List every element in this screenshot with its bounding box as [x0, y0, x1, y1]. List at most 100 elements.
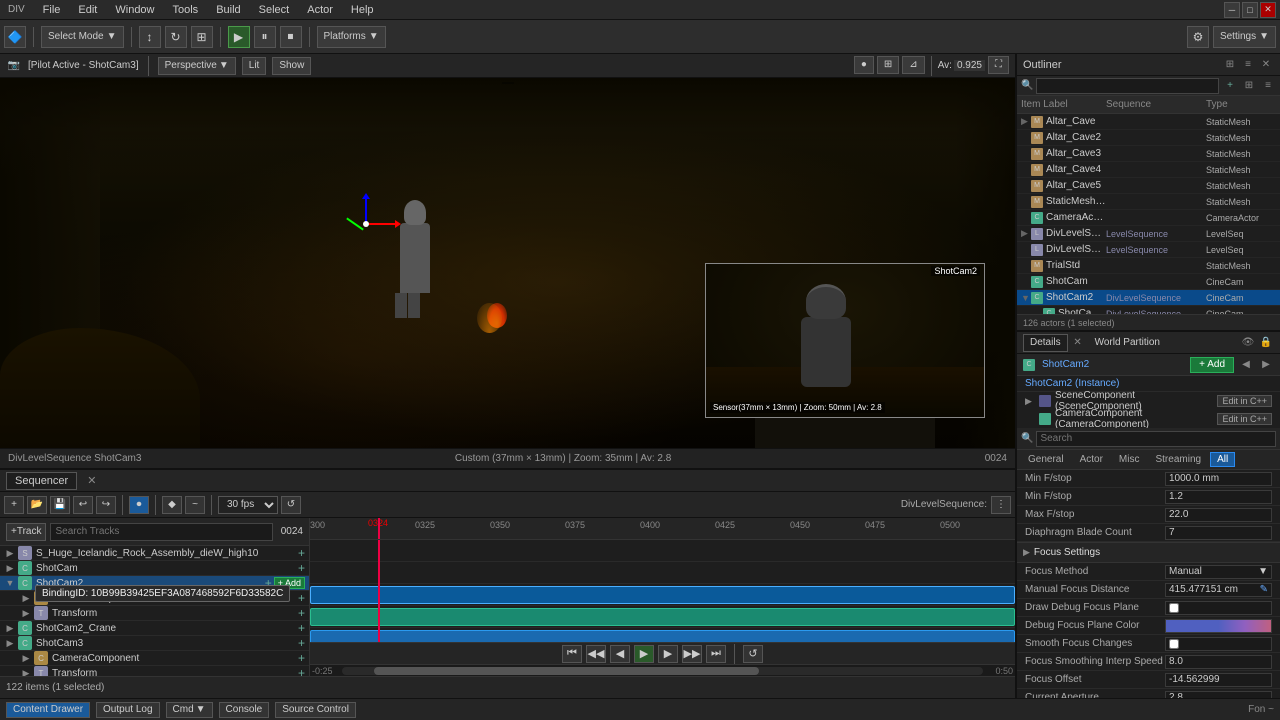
- outliner-item-trialstd[interactable]: M TrialStd StaticMesh: [1017, 258, 1280, 274]
- outliner-item-shotcam2[interactable]: ▼ C ShotCam2 DivLevelSequence CineCam: [1017, 290, 1280, 306]
- timeline-row-shotcam2[interactable]: [310, 584, 1015, 606]
- outliner-item-shotcam[interactable]: C ShotCam CineCam: [1017, 274, 1280, 290]
- add-track-btn[interactable]: + Track: [6, 523, 46, 541]
- outliner-item-altar-cave3[interactable]: M Altar_Cave3 StaticMesh: [1017, 146, 1280, 162]
- prop-focus-offset-value[interactable]: -14.562999: [1165, 673, 1272, 687]
- minimize-btn[interactable]: ─: [1224, 2, 1240, 18]
- filter-general[interactable]: General: [1021, 452, 1071, 467]
- seq-loop-btn[interactable]: ↺: [281, 496, 301, 514]
- track-item-rock[interactable]: ▶ S S_Huge_Icelandic_Rock_Assembly_dieW_…: [0, 546, 309, 561]
- cam-comp-clip[interactable]: [310, 608, 1015, 626]
- transform-btn[interactable]: ↕: [139, 26, 161, 48]
- track-search-input[interactable]: [50, 523, 272, 541]
- platforms-btn[interactable]: Platforms ▼: [317, 26, 386, 48]
- expand-divlevel[interactable]: ▶: [1021, 228, 1031, 239]
- expand-camera-comp2[interactable]: ▶: [20, 652, 32, 664]
- outliner-item-divlevel-sh[interactable]: L DivLevelSequence_Sh LevelSequence Leve…: [1017, 242, 1280, 258]
- prop-manual-focus-value[interactable]: 415.477151 cm ✎: [1165, 583, 1272, 597]
- expand-transform2[interactable]: ▶: [20, 667, 32, 676]
- prop-blade-value[interactable]: 7: [1165, 526, 1272, 540]
- details-lock-icon[interactable]: 🔒: [1258, 335, 1274, 351]
- track-item-camera-comp2[interactable]: ▶ C CameraComponent +: [0, 651, 309, 666]
- play-btn[interactable]: ▶: [228, 26, 250, 48]
- menu-actor[interactable]: Actor: [303, 4, 337, 16]
- nav-next-btn[interactable]: ▶: [658, 645, 678, 663]
- track-add-transform2[interactable]: +: [298, 666, 305, 676]
- prop-current-aperture-value[interactable]: 2.8: [1165, 691, 1272, 699]
- draw-debug-checkbox[interactable]: [1169, 603, 1179, 613]
- timeline-row-cam-comp[interactable]: [310, 606, 1015, 628]
- shotcam2-clip[interactable]: [310, 586, 1015, 604]
- nav-end-btn[interactable]: ⏭: [706, 645, 726, 663]
- timeline-row-shotcam[interactable]: [310, 562, 1015, 584]
- filter-all[interactable]: All: [1210, 452, 1235, 467]
- timeline-row-transform[interactable]: [310, 628, 1015, 642]
- nav-prev-btn[interactable]: ◀: [610, 645, 630, 663]
- rotate-btn[interactable]: ↻: [165, 26, 187, 48]
- prop-focus-method-value[interactable]: Manual▼: [1165, 565, 1272, 579]
- expand-altar-cave[interactable]: ▶: [1021, 116, 1031, 127]
- seq-key-btn[interactable]: ◆: [162, 496, 182, 514]
- expand-shotcam3[interactable]: ▶: [4, 637, 16, 649]
- seq-undo-btn[interactable]: ↩: [73, 496, 93, 514]
- expand-shotcam2[interactable]: ▼: [4, 577, 16, 589]
- nav-prev-key-btn[interactable]: ◀◀: [586, 645, 606, 663]
- menu-build[interactable]: Build: [212, 4, 244, 16]
- track-add-camera-comp2[interactable]: +: [298, 651, 305, 665]
- nav-play-btn[interactable]: ▶: [634, 645, 654, 663]
- outliner-settings-icon[interactable]: ≡: [1240, 57, 1256, 73]
- maximize-btn[interactable]: □: [1242, 2, 1258, 18]
- select-mode-btn[interactable]: Select Mode ▼: [41, 26, 124, 48]
- camera-component-item[interactable]: CameraComponent (CameraComponent) Edit i…: [1017, 410, 1280, 428]
- menu-edit[interactable]: Edit: [74, 4, 101, 16]
- nav-next-key-btn[interactable]: ▶▶: [682, 645, 702, 663]
- track-add-shotcam2-crane[interactable]: +: [298, 621, 305, 635]
- scale-btn[interactable]: ⊞: [191, 26, 213, 48]
- prop-min-fstop-value[interactable]: 1.2: [1165, 490, 1272, 504]
- fps-select[interactable]: 30 fps: [218, 496, 278, 514]
- show-btn[interactable]: Show: [272, 57, 311, 75]
- outliner-filter-icon[interactable]: ⊞: [1222, 57, 1238, 73]
- grid-btn[interactable]: ⊞: [877, 56, 899, 74]
- cam-comp-edit-btn[interactable]: Edit in C++: [1217, 413, 1272, 425]
- track-item-shotcam2-crane[interactable]: ▶ C ShotCam2_Crane +: [0, 621, 309, 636]
- outliner-list-icon[interactable]: ≡: [1260, 78, 1276, 94]
- prop-draw-debug-value[interactable]: [1165, 601, 1272, 615]
- sequencer-tab[interactable]: Sequencer: [6, 472, 77, 490]
- details-tab-details[interactable]: Details: [1023, 334, 1068, 352]
- expand-transform[interactable]: ▶: [20, 607, 32, 619]
- settings-btn[interactable]: Settings ▼: [1213, 26, 1276, 48]
- seq-record-btn[interactable]: ⏺: [129, 496, 149, 514]
- seq-scrollbar-thumb[interactable]: [374, 667, 759, 675]
- scene-comp-edit-btn[interactable]: Edit in C++: [1217, 395, 1272, 407]
- details-search-input[interactable]: [1036, 431, 1276, 447]
- timeline-ruler[interactable]: 0300 0324 0325 0350 0375 0400 0425 0450 …: [310, 518, 1015, 540]
- content-drawer-btn[interactable]: Content Drawer: [6, 702, 90, 718]
- fullscreen-btn[interactable]: ⛶: [988, 56, 1009, 74]
- details-collapse-icon[interactable]: ◀: [1238, 357, 1254, 373]
- expand-shotcam2-out[interactable]: ▼: [1021, 293, 1031, 303]
- seq-settings-btn[interactable]: ⋮: [991, 496, 1011, 514]
- close-btn[interactable]: ✕: [1260, 2, 1276, 18]
- console-btn[interactable]: Console: [219, 702, 270, 718]
- filter-actor[interactable]: Actor: [1073, 452, 1110, 467]
- outliner-item-altar-cave[interactable]: ▶ M Altar_Cave StaticMesh: [1017, 114, 1280, 130]
- playhead[interactable]: [378, 518, 380, 539]
- output-log-btn[interactable]: Output Log: [96, 702, 159, 718]
- seq-open-btn[interactable]: 📂: [27, 496, 47, 514]
- expand-shotcam[interactable]: ▶: [4, 562, 16, 574]
- seq-scrollbar[interactable]: -0:25 0:50: [310, 664, 1015, 676]
- transform-clip[interactable]: [310, 630, 1015, 642]
- track-item-shotcam[interactable]: ▶ C ShotCam +: [0, 561, 309, 576]
- sequencer-close[interactable]: ✕: [87, 474, 96, 487]
- prop-debug-color-value[interactable]: [1165, 619, 1272, 633]
- outliner-item-crane[interactable]: C ShotCam2_Crane DivLevelSequence CineCa…: [1017, 306, 1280, 314]
- details-close-icon[interactable]: ✕: [1070, 335, 1086, 351]
- expand-camera-comp[interactable]: ▶: [20, 592, 32, 604]
- expand-rock[interactable]: ▶: [4, 547, 16, 559]
- track-add-shotcam3[interactable]: +: [298, 636, 305, 650]
- track-add-shotcam[interactable]: +: [298, 561, 305, 575]
- snap-btn[interactable]: ⊿: [902, 56, 924, 74]
- outliner-item-altar-cave4[interactable]: M Altar_Cave4 StaticMesh: [1017, 162, 1280, 178]
- realtime-btn[interactable]: ●: [854, 56, 874, 74]
